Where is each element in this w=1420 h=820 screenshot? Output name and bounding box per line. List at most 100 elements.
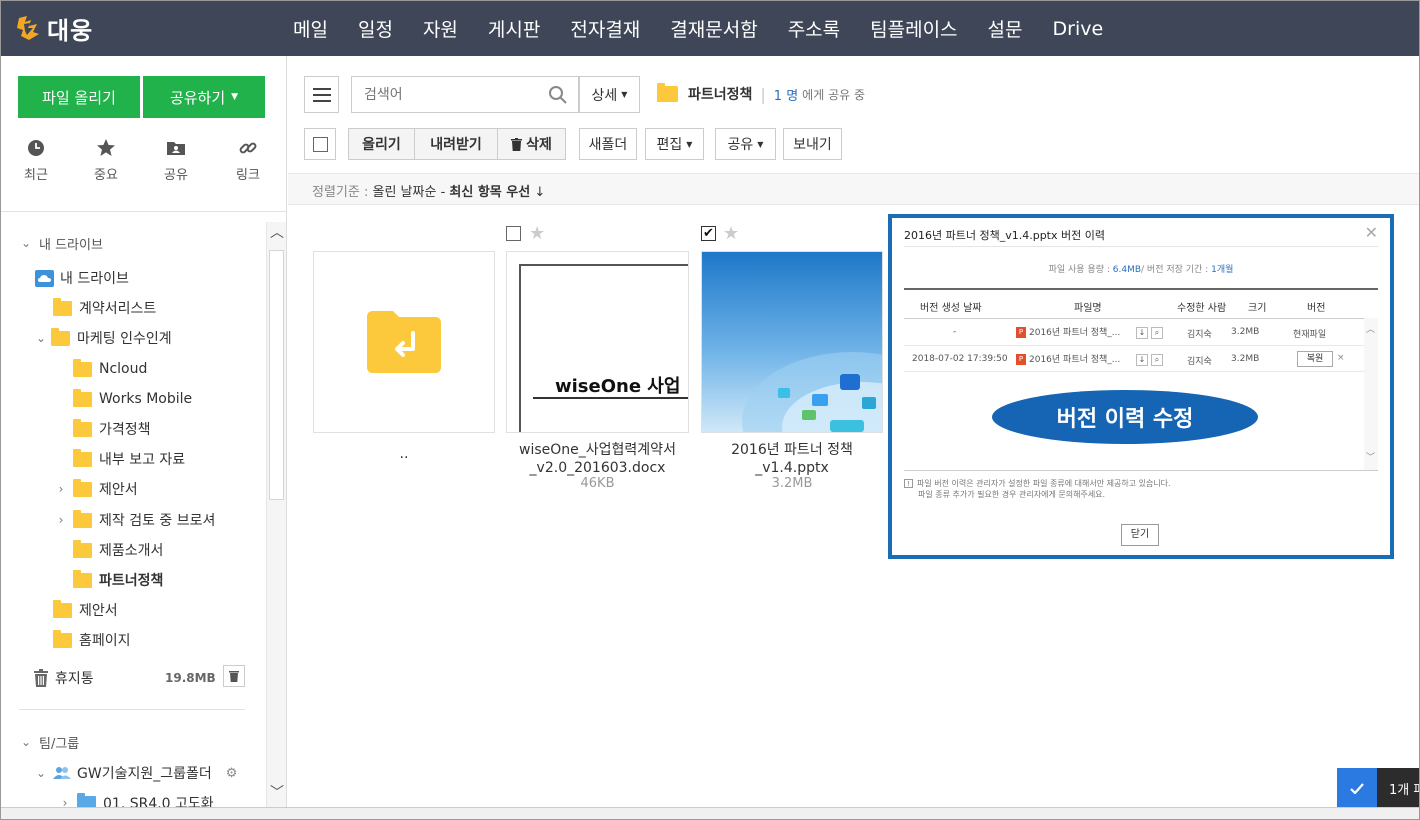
trash-row[interactable]: 휴지통 19.8MB — [33, 665, 247, 691]
download-button[interactable]: 내려받기 — [414, 128, 498, 160]
group-icon — [53, 767, 71, 779]
select-all-checkbox[interactable] — [304, 128, 336, 160]
nav-teamplace[interactable]: 팀플레이스 — [855, 15, 972, 42]
quick-link[interactable]: 링크 — [223, 138, 273, 183]
toast-text: 1개 파 — [1389, 783, 1419, 798]
nav-resource[interactable]: 자원 — [408, 15, 473, 42]
search-icon[interactable] — [548, 85, 568, 105]
nav-drive[interactable]: Drive — [1038, 18, 1119, 40]
gear-icon[interactable]: ⚙ — [226, 766, 238, 781]
scroll-thumb[interactable] — [269, 250, 284, 500]
tree-folder-label: 내부 보고 자료 — [99, 452, 186, 468]
nav-mail[interactable]: 메일 — [278, 15, 343, 42]
scroll-up-icon[interactable]: ︿ — [270, 222, 284, 242]
new-folder-button[interactable]: 새폴더 — [579, 128, 637, 160]
brand-logo[interactable]: 대웅 — [15, 11, 93, 45]
close-icon[interactable]: ✕ — [1365, 223, 1378, 242]
delete-button[interactable]: 삭제 — [497, 128, 566, 160]
tree-folder[interactable]: 제안서 — [53, 597, 118, 623]
nav-calendar[interactable]: 일정 — [343, 15, 408, 42]
star-icon[interactable]: ★ — [723, 223, 739, 244]
tree-folder[interactable]: 가격정책 — [73, 416, 151, 442]
detail-search-button[interactable]: 상세 ▼ — [579, 76, 640, 113]
tree-folder[interactable]: Works Mobile — [73, 386, 192, 412]
nav-survey[interactable]: 설문 — [973, 15, 1038, 42]
restore-button[interactable]: 복원 — [1297, 351, 1333, 367]
search-input[interactable] — [352, 77, 542, 112]
quick-recent-label: 최근 — [24, 168, 48, 183]
selection-toast[interactable]: 1개 파 — [1337, 768, 1419, 808]
tree-my-drive-label: 내 드라이브 — [60, 271, 129, 287]
horizontal-scrollbar[interactable] — [1, 807, 1419, 819]
tree-folder[interactable]: 내부 보고 자료 — [73, 446, 185, 472]
send-button[interactable]: 보내기 — [783, 128, 842, 160]
folder-icon — [73, 539, 92, 558]
file-name[interactable]: wiseOne_사업협력계약서_v2.0_201603.docx — [506, 441, 689, 477]
delete-version-icon[interactable]: × — [1337, 353, 1345, 363]
close-button[interactable]: 닫기 — [1121, 524, 1159, 546]
tree-folder-label: 제안서 — [79, 603, 118, 619]
callout-label: 버전 이력 수정 — [992, 390, 1258, 444]
scroll-down-icon[interactable]: ﹀ — [1366, 450, 1375, 463]
download-icon[interactable]: ↓ — [1136, 327, 1148, 339]
tree-my-drive[interactable]: 내 드라이브 — [35, 265, 129, 291]
tree-folder-label: 제작 검토 중 브로셔 — [99, 513, 216, 529]
sidebar-scrollbar[interactable]: ︿ ﹀ — [266, 222, 286, 807]
column-header: 크기 — [1248, 303, 1267, 314]
tree-folder[interactable]: › 제안서 — [55, 476, 138, 502]
team-section[interactable]: ⌄ 팀/그룹 — [19, 729, 79, 755]
tree-folder[interactable]: 제품소개서 — [73, 537, 163, 563]
preview-icon[interactable]: ⌕ — [1151, 327, 1163, 339]
file-checkbox[interactable] — [506, 226, 521, 241]
sort-bar: 정렬기준 : 올린 날짜순 - 최신 항목 우선 ↓ — [288, 173, 1419, 205]
download-icon[interactable]: ↓ — [1136, 354, 1148, 366]
tree-folder[interactable]: Ncloud — [73, 356, 147, 382]
folder-icon — [53, 629, 72, 648]
chevron-right-icon[interactable]: › — [55, 513, 67, 527]
tree-folder[interactable]: ⌄ 마케팅 인수인계 — [35, 325, 172, 351]
nav-approval[interactable]: 전자결재 — [555, 15, 655, 42]
nav-approval-docs[interactable]: 결재문서함 — [655, 15, 772, 42]
file-name[interactable]: .. — [313, 445, 495, 463]
scroll-down-icon[interactable]: ﹀ — [270, 782, 284, 802]
tree-folder-selected[interactable]: 파트너정책 — [73, 567, 163, 593]
note-line-1: 파일 버전 이력은 관리자가 설정한 파일 종류에 대해서만 제공하고 있습니다… — [917, 479, 1171, 488]
tree-folder[interactable]: 홈페이지 — [53, 627, 131, 653]
nav-board[interactable]: 게시판 — [473, 15, 555, 42]
quick-access: 최근 중요 공유 링크 — [1, 138, 287, 198]
sort-info[interactable]: 정렬기준 : 올린 날짜순 - 최신 항목 우선 ↓ — [312, 181, 545, 200]
edit-button[interactable]: 편집 ▼ — [645, 128, 704, 160]
quick-link-label: 링크 — [236, 168, 260, 183]
scroll-up-icon[interactable]: ︿ — [1366, 322, 1375, 335]
version-file[interactable]: P 2016년 파트너 정책_... — [1016, 352, 1120, 365]
quick-starred[interactable]: 중요 — [81, 138, 131, 183]
chevron-down-icon[interactable]: ⌄ — [35, 766, 47, 780]
empty-trash-button[interactable] — [223, 665, 245, 687]
upload-button[interactable]: 올리기 — [348, 128, 415, 160]
chevron-down-icon[interactable]: ⌄ — [35, 331, 47, 345]
share-count[interactable]: 1 명 — [774, 85, 798, 104]
tree-team-folder[interactable]: ⌄ GW기술지원_그룹폴더 ⚙ — [35, 760, 237, 786]
dialog-scrollbar[interactable]: ︿ ﹀ — [1364, 318, 1378, 470]
version-file[interactable]: P 2016년 파트너 정책_... — [1016, 325, 1120, 338]
share-menu-button[interactable]: 공유 ▼ — [715, 128, 776, 160]
my-drive-section[interactable]: ⌄ 내 드라이브 — [19, 230, 103, 256]
upload-file-button[interactable]: 파일 올리기 — [18, 76, 140, 118]
docx-thumbnail[interactable]: wiseOne 사업 — [506, 251, 689, 433]
menu-toggle-button[interactable] — [304, 76, 339, 113]
share-button[interactable]: 공유하기 ▼ — [143, 76, 265, 118]
file-checkbox-checked[interactable]: ✔ — [701, 226, 716, 241]
link-icon — [239, 142, 257, 154]
preview-icon[interactable]: ⌕ — [1151, 354, 1163, 366]
tree-folder[interactable]: › 제작 검토 중 브로셔 — [55, 507, 215, 533]
nav-contacts[interactable]: 주소록 — [773, 15, 855, 42]
file-name[interactable]: 2016년 파트너 정책_v1.4.pptx — [701, 441, 883, 477]
quick-shared[interactable]: 공유 — [151, 138, 201, 183]
quick-recent[interactable]: 최근 — [11, 138, 61, 183]
pptx-thumbnail[interactable] — [701, 251, 883, 433]
parent-folder-card[interactable] — [313, 251, 495, 433]
star-icon[interactable]: ★ — [529, 223, 545, 244]
chevron-right-icon[interactable]: › — [55, 482, 67, 496]
presentation-preview — [742, 352, 882, 432]
tree-folder[interactable]: 계약서리스트 — [53, 295, 156, 321]
